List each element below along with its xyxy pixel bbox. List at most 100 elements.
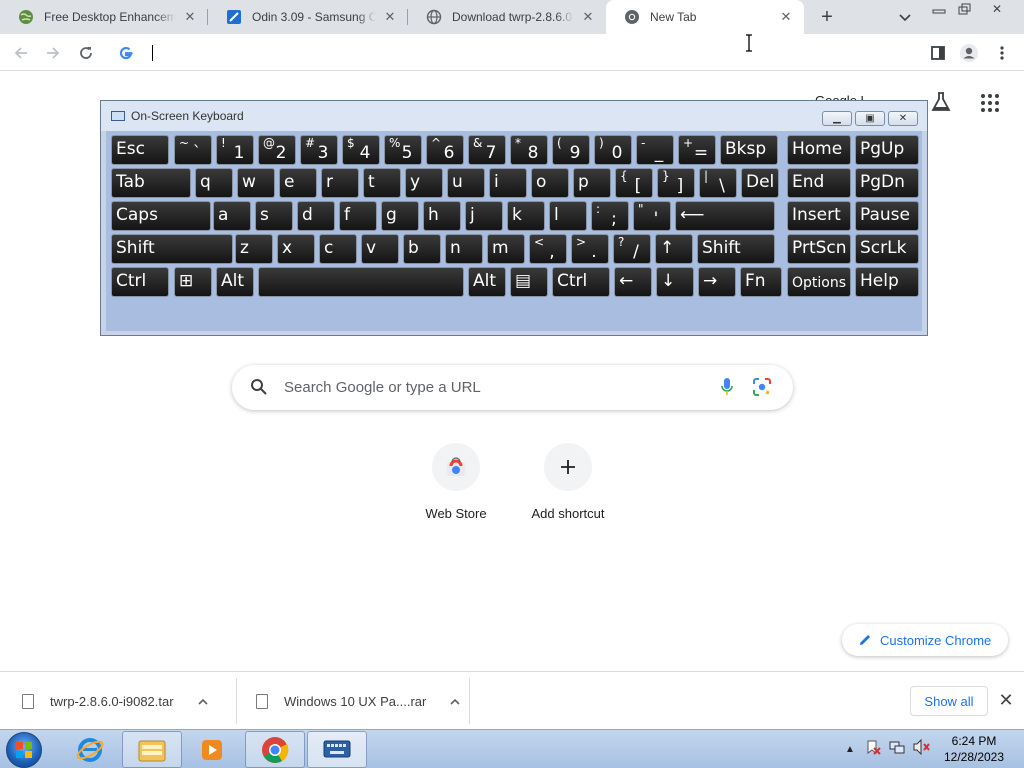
osk-key-c[interactable]: c xyxy=(319,234,357,264)
osk-key-fn[interactable]: Fn xyxy=(740,267,782,297)
osk-key-7[interactable]: & 7 xyxy=(468,135,506,165)
osk-key-m[interactable]: m xyxy=(487,234,525,264)
osk-key-scrlk[interactable]: ScrLk xyxy=(855,234,919,264)
close-tab-icon[interactable]: ✕ xyxy=(182,9,198,25)
osk-key-[interactable]: :; xyxy=(591,201,629,231)
osk-key-k[interactable]: k xyxy=(507,201,545,231)
close-download-bar-icon[interactable]: ✕ xyxy=(996,690,1016,710)
osk-key-o[interactable]: o xyxy=(531,168,569,198)
osk-key-6[interactable]: ^ 6 xyxy=(426,135,464,165)
osk-key-0[interactable]: ) 0 xyxy=(594,135,632,165)
osk-key-prtscn[interactable]: PrtScn xyxy=(787,234,851,264)
action-center-icon[interactable] xyxy=(865,739,881,760)
osk-key-end[interactable]: End xyxy=(787,168,851,198)
osk-key-shift[interactable]: Shift xyxy=(697,234,775,264)
osk-key-esc[interactable]: Esc xyxy=(111,135,169,165)
osk-key-[interactable]: }] xyxy=(657,168,695,198)
osk-key-[interactable]: ⊞ xyxy=(174,267,212,297)
osk-key-u[interactable]: u xyxy=(447,168,485,198)
shortcut-add[interactable]: Add shortcut xyxy=(512,443,624,521)
osk-key-f[interactable]: f xyxy=(339,201,377,231)
tab-twrp[interactable]: Download twrp-2.8.6.0-i9082 ✕ xyxy=(408,0,606,34)
osk-key-[interactable]: + = xyxy=(678,135,716,165)
osk-key-[interactable]: ⟵ xyxy=(675,201,775,231)
osk-key-tab[interactable]: Tab xyxy=(111,168,191,198)
osk-key-[interactable]: - _ xyxy=(636,135,674,165)
more-menu-icon[interactable] xyxy=(989,40,1015,66)
media-player-icon[interactable] xyxy=(182,731,242,768)
tab-search-icon[interactable] xyxy=(895,8,915,28)
download-item-windows10[interactable]: Windows 10 UX Pa....rar xyxy=(256,672,466,730)
osk-key-b[interactable]: b xyxy=(403,234,441,264)
close-window-icon[interactable]: ✕ xyxy=(984,0,1010,18)
osk-key-q[interactable]: q xyxy=(195,168,233,198)
osk-key-i[interactable]: i xyxy=(489,168,527,198)
osk-key-h[interactable]: h xyxy=(423,201,461,231)
osk-key-2[interactable]: @2 xyxy=(258,135,296,165)
internet-explorer-icon[interactable] xyxy=(60,731,120,768)
clock[interactable]: 6:24 PM 12/28/2023 xyxy=(936,733,1012,765)
osk-key-[interactable]: ↓ xyxy=(656,267,694,297)
customize-chrome-button[interactable]: Customize Chrome xyxy=(842,624,1008,656)
osk-key-8[interactable]: * 8 xyxy=(510,135,548,165)
osk-key-[interactable]: ? / xyxy=(613,234,651,264)
apps-grid-icon[interactable] xyxy=(980,93,1000,118)
osk-key-l[interactable]: l xyxy=(549,201,587,231)
osk-key-p[interactable]: p xyxy=(573,168,611,198)
osk-key-[interactable]: {[ xyxy=(615,168,653,198)
osk-key-n[interactable]: n xyxy=(445,234,483,264)
osk-key-del[interactable]: Del xyxy=(741,168,779,198)
osk-restore-icon[interactable]: ▣ xyxy=(855,111,885,126)
osk-key-options[interactable]: Options xyxy=(787,267,851,297)
osk-key-x[interactable]: x xyxy=(277,234,315,264)
osk-key-[interactable]: ← xyxy=(614,267,652,297)
osk-key-y[interactable]: y xyxy=(405,168,443,198)
side-panel-icon[interactable] xyxy=(925,40,951,66)
close-tab-icon[interactable]: ✕ xyxy=(580,9,596,25)
osk-key-v[interactable]: v xyxy=(361,234,399,264)
osk-key-[interactable]: <, xyxy=(529,234,567,264)
tab-odin[interactable]: Odin 3.09 - Samsung Odin ✕ xyxy=(208,0,408,34)
labs-flask-icon[interactable] xyxy=(930,91,952,118)
microphone-icon[interactable] xyxy=(720,377,734,402)
tab-free-desktop[interactable]: Free Desktop Enhancements ✕ xyxy=(0,0,208,34)
osk-key-w[interactable]: w xyxy=(237,168,275,198)
osk-key-pause[interactable]: Pause xyxy=(855,201,919,231)
close-tab-icon[interactable]: ✕ xyxy=(778,9,794,25)
volume-muted-icon[interactable] xyxy=(913,738,931,760)
osk-key-z[interactable]: z xyxy=(235,234,273,264)
google-search-box[interactable]: Search Google or type a URL xyxy=(232,365,793,410)
osk-key-[interactable]: ↑ xyxy=(655,234,693,264)
osk-key-bksp[interactable]: Bksp xyxy=(720,135,778,165)
osk-key-space[interactable] xyxy=(258,267,464,297)
osk-key-[interactable]: " ' xyxy=(633,201,671,231)
osk-key-t[interactable]: t xyxy=(363,168,401,198)
osk-key-e[interactable]: e xyxy=(279,168,317,198)
osk-key-9[interactable]: (9 xyxy=(552,135,590,165)
reload-icon[interactable] xyxy=(73,40,99,66)
download-item-twrp[interactable]: twrp-2.8.6.0-i9082.tar xyxy=(22,672,232,730)
osk-close-icon[interactable]: ✕ xyxy=(888,111,918,126)
osk-key-ctrl[interactable]: Ctrl xyxy=(111,267,169,297)
google-lens-icon[interactable] xyxy=(752,377,772,402)
osk-key-insert[interactable]: Insert xyxy=(787,201,851,231)
osk-key-[interactable]: ▤ xyxy=(510,267,548,297)
osk-key-1[interactable]: ! 1 xyxy=(216,135,254,165)
osk-key-d[interactable]: d xyxy=(297,201,335,231)
network-icon[interactable] xyxy=(889,739,905,760)
restore-icon[interactable] xyxy=(952,0,978,18)
show-all-button[interactable]: Show all xyxy=(910,686,988,716)
osk-key-caps[interactable]: Caps xyxy=(111,201,211,231)
osk-key-5[interactable]: % 5 xyxy=(384,135,422,165)
osk-taskbar-icon[interactable] xyxy=(307,731,367,768)
osk-titlebar[interactable]: On-Screen Keyboard ▁ ▣ ✕ xyxy=(101,101,927,131)
osk-key-4[interactable]: $4 xyxy=(342,135,380,165)
osk-key-a[interactable]: a xyxy=(213,201,251,231)
minimize-icon[interactable] xyxy=(926,0,952,18)
tab-new-tab[interactable]: New Tab ✕ xyxy=(606,0,804,34)
start-button[interactable] xyxy=(6,732,42,768)
osk-key-alt[interactable]: Alt xyxy=(468,267,506,297)
osk-key-s[interactable]: s xyxy=(255,201,293,231)
osk-key-pgdn[interactable]: PgDn xyxy=(855,168,919,198)
new-tab-button[interactable]: + xyxy=(815,5,839,29)
